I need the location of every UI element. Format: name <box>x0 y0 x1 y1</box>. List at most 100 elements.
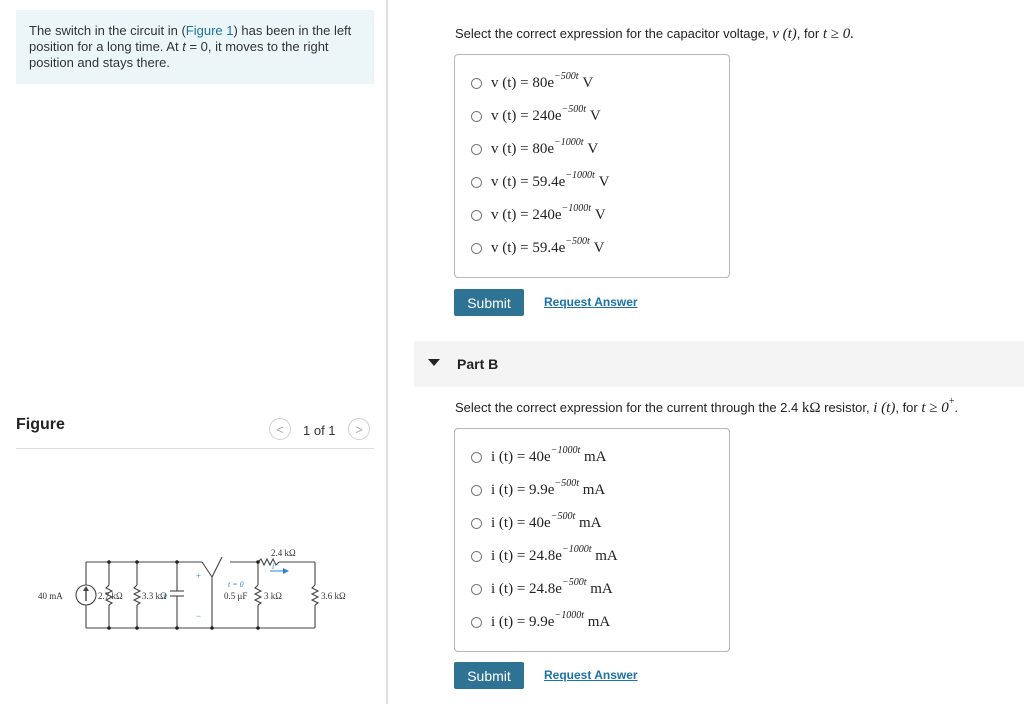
part-a-prompt-for: , for <box>796 26 823 41</box>
option-unit: mA <box>582 481 606 498</box>
option-unit: V <box>598 173 610 190</box>
part-b-prompt-text: Select the correct expression for the cu… <box>455 400 802 415</box>
option-expression: v (t) = 59.4e <box>491 173 566 190</box>
plus-label: + <box>196 571 201 581</box>
option-exponent: −500t <box>561 103 587 115</box>
part-a-prompt: Select the correct expression for the ca… <box>455 26 854 43</box>
radio-button[interactable] <box>471 176 482 188</box>
option-unit: V <box>593 239 605 256</box>
part-b-header[interactable]: Part B <box>414 341 1024 387</box>
r4-label: 2.4 kΩ <box>271 548 296 558</box>
option-expression: v (t) = 59.4e <box>491 239 566 256</box>
part-b-submit-button[interactable]: Submit <box>454 662 524 689</box>
source-label: 40 mA <box>38 591 63 601</box>
problem-statement: The switch in the circuit in (Figure 1) … <box>16 10 374 84</box>
option-expression: i (t) = 40e <box>491 448 551 465</box>
option-expression: v (t) = 80e <box>491 140 555 157</box>
part-b-label: Part B <box>457 356 499 372</box>
part-b-prompt: Select the correct expression for the cu… <box>455 397 959 417</box>
r3-label: 3 kΩ <box>264 591 282 601</box>
radio-button[interactable] <box>471 242 482 254</box>
part-b-choices: i (t) = 40e−1000t mA i (t) = 9.9e−500t m… <box>454 428 730 652</box>
option-exponent: −500t <box>561 576 587 588</box>
option-expression: i (t) = 9.9e <box>491 613 555 630</box>
radio-button[interactable] <box>471 550 482 562</box>
figure-heading: Figure <box>16 416 65 433</box>
option-unit: V <box>589 107 601 124</box>
part-b-option[interactable]: i (t) = 40e−1000t mA <box>471 444 607 467</box>
radio-button[interactable] <box>471 517 482 529</box>
option-exponent: −1000t <box>565 169 595 181</box>
problem-text: The switch in the circuit in ( <box>29 23 186 38</box>
part-a-option[interactable]: v (t) = 59.4e−500t V <box>471 235 605 258</box>
option-exponent: −1000t <box>554 609 584 621</box>
radio-button[interactable] <box>471 110 482 122</box>
part-a-option[interactable]: v (t) = 80e−500t V <box>471 70 594 93</box>
option-exponent: −500t <box>554 477 579 489</box>
radio-button[interactable] <box>471 616 482 628</box>
option-expression: i (t) = 24.8e <box>491 580 562 597</box>
prev-figure-button[interactable]: < <box>269 418 291 440</box>
option-exponent: −1000t <box>561 202 592 214</box>
radio-button[interactable] <box>471 143 482 155</box>
part-a-option[interactable]: v (t) = 59.4e−1000t V <box>471 169 610 192</box>
option-exponent: −500t <box>550 510 576 522</box>
part-b-prompt-end: . <box>954 400 959 415</box>
part-b-option[interactable]: i (t) = 9.9e−1000t mA <box>471 609 611 632</box>
option-unit: mA <box>590 580 613 597</box>
problem-column: The switch in the circuit in (Figure 1) … <box>0 0 386 704</box>
part-b-option[interactable]: i (t) = 24.8e−1000t mA <box>471 544 618 566</box>
option-expression: v (t) = 240e <box>491 206 562 223</box>
part-a-option[interactable]: v (t) = 80e−1000t V <box>471 136 598 159</box>
option-expression: v (t) = 240e <box>491 107 562 124</box>
option-expression: i (t) = 24.8e <box>491 547 562 564</box>
part-a-submit-button[interactable]: Submit <box>454 289 524 316</box>
v-label: v <box>163 591 167 601</box>
chevron-left-icon: < <box>276 421 284 437</box>
radio-button[interactable] <box>471 583 482 595</box>
part-b-option[interactable]: i (t) = 9.9e−500t mA <box>471 477 606 500</box>
switch-time-label: t = 0 <box>228 580 244 589</box>
part-a-prompt-text: Select the correct expression for the ca… <box>455 26 773 41</box>
r1-label: 2.7 kΩ <box>98 591 123 601</box>
option-unit: mA <box>595 547 618 564</box>
option-exponent: −1000t <box>550 444 581 456</box>
radio-button[interactable] <box>471 77 482 89</box>
option-unit: mA <box>578 514 602 531</box>
cap-label: 0.5 μF <box>224 591 247 601</box>
part-a-choices: v (t) = 80e−500t V v (t) = 240e−500t V v… <box>454 54 730 278</box>
radio-button[interactable] <box>471 451 482 463</box>
part-b-option[interactable]: i (t) = 24.8e−500t mA <box>471 576 613 599</box>
figure-link[interactable]: Figure 1 <box>186 23 234 38</box>
i-label: i <box>272 562 274 571</box>
circuit-diagram: 40 mA 2.7 kΩ 3.3 kΩ v + − t = 0 0.5 μF 3… <box>38 548 346 630</box>
option-unit: mA <box>583 448 607 465</box>
part-a-request-answer-link[interactable]: Request Answer <box>544 295 638 309</box>
option-unit: mA <box>587 613 611 630</box>
option-expression: v (t) = 80e <box>491 74 555 91</box>
figure-divider <box>16 448 374 449</box>
part-a-prompt-math: v (t) <box>772 26 797 42</box>
radio-button[interactable] <box>471 484 482 496</box>
part-a-option[interactable]: v (t) = 240e−1000t V <box>471 202 606 225</box>
caret-down-icon <box>428 359 440 366</box>
option-unit: V <box>582 74 594 91</box>
part-b-request-answer-link[interactable]: Request Answer <box>544 668 638 682</box>
radio-button[interactable] <box>471 209 482 221</box>
part-a-option[interactable]: v (t) = 240e−500t V <box>471 103 601 126</box>
option-expression: i (t) = 40e <box>491 514 551 531</box>
option-exponent: −1000t <box>554 136 584 148</box>
option-unit: V <box>594 206 606 223</box>
r5-label: 3.6 kΩ <box>321 591 346 601</box>
next-figure-button[interactable]: > <box>348 418 370 440</box>
part-a-prompt-condition: t ≥ 0. <box>822 26 854 42</box>
option-exponent: −500t <box>554 70 579 82</box>
minus-label: − <box>196 611 201 621</box>
part-b-option[interactable]: i (t) = 40e−500t mA <box>471 510 602 533</box>
part-b-prompt-unit: kΩ <box>801 400 821 416</box>
option-exponent: −500t <box>565 235 590 247</box>
option-expression: i (t) = 9.9e <box>491 481 555 498</box>
part-b-prompt-condition: t ≥ 0 <box>921 400 949 416</box>
part-b-prompt-mid: resistor, <box>820 400 874 415</box>
part-b-prompt-math: i (t) <box>873 400 896 416</box>
